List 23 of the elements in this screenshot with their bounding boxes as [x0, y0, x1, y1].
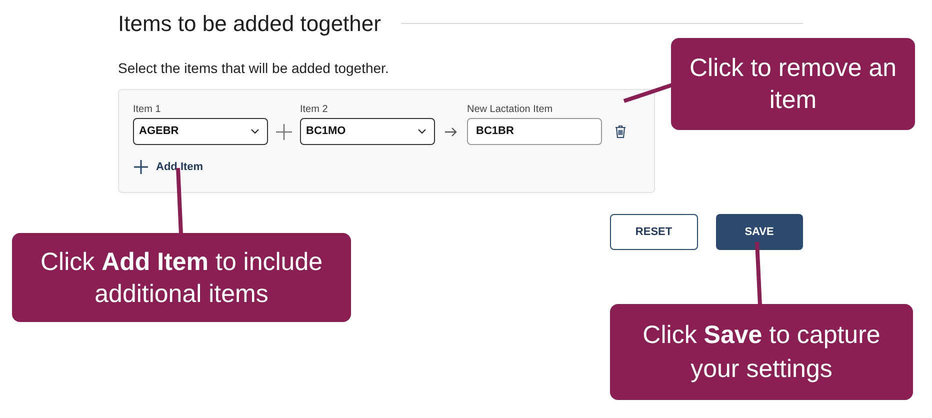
plus-icon — [134, 160, 148, 174]
save-button[interactable]: SAVE — [716, 214, 803, 250]
field-label: Item 2 — [300, 103, 329, 117]
arrow-icon — [445, 126, 457, 136]
reset-button[interactable]: RESET — [610, 214, 698, 250]
select-field[interactable]: BC1MO — [300, 118, 435, 145]
add-item-button[interactable]: Add Item — [156, 159, 204, 176]
leader-line — [755, 242, 762, 306]
callout: Click Save to capture your settings — [610, 304, 913, 400]
callout: Click to remove an item — [671, 38, 915, 130]
callout: Click Add Item to include additional items — [12, 233, 351, 322]
leader-line — [176, 168, 183, 234]
field-label: Item 1 — [133, 103, 162, 117]
plus-icon — [276, 124, 292, 140]
field-label: New Lactation Item — [467, 103, 554, 117]
chevron-down-icon — [418, 129, 426, 134]
trash-icon[interactable] — [614, 125, 626, 138]
chevron-down-icon — [251, 129, 259, 134]
select-field[interactable]: AGEBR — [133, 118, 268, 145]
input-field[interactable]: BC1BR — [467, 118, 602, 145]
instructions: Select the items that will be added together. — [118, 59, 389, 78]
leader-line — [623, 83, 673, 103]
section-title: Items to be added together — [118, 10, 381, 38]
